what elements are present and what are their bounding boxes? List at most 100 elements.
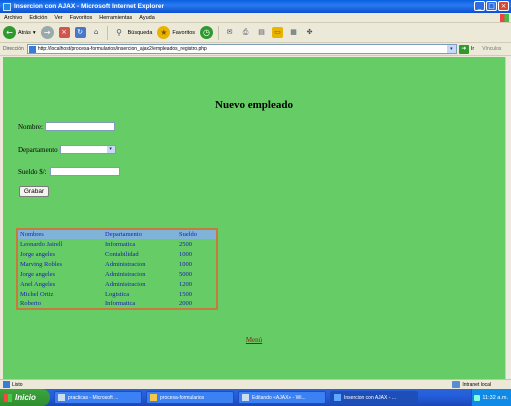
page-heading: Nuevo empleado (215, 99, 293, 111)
folder-icon (150, 394, 157, 401)
print-icon[interactable]: ⎙ (240, 27, 251, 38)
vertical-scrollbar[interactable] (505, 57, 511, 379)
cell-departamento: Logistica (103, 289, 177, 299)
mail-icon[interactable]: ✉ (224, 27, 235, 38)
go-arrow-icon: ➜ (458, 44, 469, 54)
minimize-button[interactable]: _ (474, 1, 485, 11)
table-row: Anel Angeles Administracion 1200 (17, 279, 217, 289)
history-icon[interactable]: ◷ (200, 26, 214, 39)
word-icon (58, 394, 65, 401)
back-button[interactable]: ← Atrás ▾ (3, 26, 36, 39)
menu-ayuda[interactable]: Ayuda (139, 15, 155, 21)
menu-link-text[interactable]: Menú (246, 336, 262, 344)
editor-icon (242, 394, 249, 401)
header-departamento: Departamento (103, 229, 177, 239)
cell-departamento: Informatica (103, 299, 177, 309)
go-button[interactable]: ➜ Ir (458, 44, 474, 54)
cell-sueldo: 5000 (177, 269, 217, 279)
clock: 11:32 a.m. (482, 394, 508, 401)
taskbar-item-procesa[interactable]: procesa-formularios (146, 391, 234, 404)
header-nombres: Nombres (17, 229, 103, 239)
departamento-row: Departamento ▾ (18, 145, 116, 154)
favorites-label: Favoritos (172, 29, 196, 36)
security-zone: Intranet local (452, 381, 491, 388)
employees-table: Nombres Departamento Sueldo Leonardo Jai… (16, 228, 218, 310)
sueldo-input[interactable] (49, 167, 120, 176)
system-tray: 11:32 a.m. (471, 389, 511, 406)
messenger-icon[interactable]: ✤ (304, 27, 315, 38)
cell-nombre: Jorge angeles (17, 249, 103, 259)
taskbar-item-editando[interactable]: Editando «AJAX» - Wi... (238, 391, 326, 404)
page-done-icon (3, 381, 10, 388)
taskbar-item-practicas[interactable]: practicas - Microsoft ... (54, 391, 142, 404)
star-icon: ★ (157, 26, 171, 39)
cell-sueldo: 2000 (177, 299, 217, 309)
start-button[interactable]: Inicio (0, 389, 50, 406)
table-row: Jorge angeles Contabilidad 1000 (17, 249, 217, 259)
discuss-icon[interactable]: ▦ (288, 27, 299, 38)
favorites-button[interactable]: ★ Favoritos (157, 26, 195, 39)
cell-nombre: Roberto (17, 299, 103, 309)
cell-nombre: Leonardo Jairell (17, 239, 103, 249)
taskbar-item-label: practicas - Microsoft ... (68, 394, 119, 401)
chevron-down-icon: ▾ (106, 146, 115, 153)
search-label: Búsqueda (127, 29, 153, 36)
tray-icon[interactable] (474, 394, 481, 401)
menu-herramientas[interactable]: Herramientas (99, 15, 132, 21)
back-arrow-icon: ← (3, 26, 16, 39)
taskbar: Inicio practicas - Microsoft ... procesa… (0, 389, 511, 406)
nombre-row: Nombre: (18, 122, 115, 131)
cell-departamento: Contabilidad (103, 249, 177, 259)
departamento-label: Departamento (18, 145, 58, 154)
forward-button[interactable]: → (40, 26, 54, 39)
table-row: Jorge angeles Administracion 5000 (17, 269, 217, 279)
maximize-button[interactable]: □ (486, 1, 497, 11)
table-row: Roberto Informatica 2000 (17, 299, 217, 309)
cell-departamento: Administracion (103, 279, 177, 289)
table-row: Marving Robles Administracion 1000 (17, 259, 217, 269)
folder-icon[interactable]: ▭ (272, 27, 284, 38)
page-icon (28, 45, 36, 53)
menu-favoritos[interactable]: Favoritos (70, 15, 93, 21)
menu-ver[interactable]: Ver (54, 15, 62, 21)
back-label: Atrás (18, 29, 31, 36)
title-bar: Insercion con AJAX - Microsoft Internet … (0, 0, 511, 13)
taskbar-item-label: procesa-formularios (160, 394, 205, 401)
grabar-button[interactable]: Grabar (19, 186, 49, 197)
page-content: Nuevo empleado Nombre: Departamento ▾ Su… (3, 57, 505, 379)
taskbar-item-label: Editando «AJAX» - Wi... (252, 394, 306, 401)
sueldo-label: Sueldo $/: (18, 167, 47, 176)
table-row: Leonardo Jairell Informatica 2500 (17, 239, 217, 249)
zone-label: Intranet local (462, 381, 491, 388)
windows-logo-icon (500, 14, 509, 22)
toolbar: ← Atrás ▾ → × ↻ ⌂ ⚲ Búsqueda ★ Favoritos… (0, 23, 511, 43)
nombre-label: Nombre: (18, 122, 43, 131)
status-text: Listo (12, 381, 23, 388)
nombre-input[interactable] (44, 122, 115, 131)
refresh-icon[interactable]: ↻ (74, 27, 86, 38)
cell-sueldo: 1000 (177, 259, 217, 269)
departamento-select[interactable]: ▾ (59, 145, 116, 154)
edit-icon[interactable]: ▤ (256, 27, 267, 38)
address-input[interactable]: http://localhost/procesa-formularios/ins… (26, 44, 457, 54)
address-bar: Dirección http://localhost/procesa-formu… (0, 43, 511, 56)
stop-icon[interactable]: × (58, 27, 70, 38)
cell-sueldo: 2500 (177, 239, 217, 249)
cell-nombre: Michel Ortiz (17, 289, 103, 299)
toolbar-divider (106, 25, 108, 40)
menu-link: Menú (3, 336, 505, 344)
links-label[interactable]: Vínculos (482, 46, 501, 52)
home-icon[interactable]: ⌂ (91, 27, 102, 38)
address-dropdown-icon[interactable]: ▾ (446, 45, 456, 53)
taskbar-item-insercion[interactable]: Insercion con AJAX - ... (330, 391, 418, 404)
cell-nombre: Anel Angeles (17, 279, 103, 289)
menu-edicion[interactable]: Edición (29, 15, 47, 21)
search-button[interactable]: ⚲ Búsqueda (113, 26, 153, 39)
window-controls: _ □ × (474, 1, 509, 11)
table-row: Michel Ortiz Logistica 1500 (17, 289, 217, 299)
close-button[interactable]: × (498, 1, 509, 11)
search-icon: ⚲ (116, 28, 123, 37)
window-title: Insercion con AJAX - Microsoft Internet … (14, 3, 165, 10)
menu-archivo[interactable]: Archivo (4, 15, 22, 21)
cell-sueldo: 1500 (177, 289, 217, 299)
